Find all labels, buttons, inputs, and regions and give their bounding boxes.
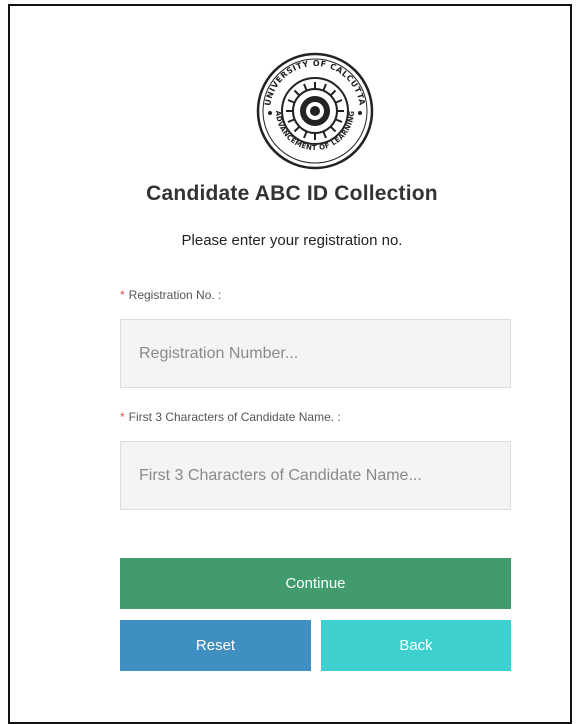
- required-marker: *: [120, 410, 125, 424]
- reset-button[interactable]: Reset: [120, 620, 311, 671]
- page-subtitle: Please enter your registration no.: [181, 232, 403, 249]
- university-seal-icon: UNIVERSITY OF CALCUTTA ADVANCEMENT OF LE…: [256, 52, 374, 170]
- registration-label-text: Registration No. :: [128, 288, 222, 302]
- form-card: UNIVERSITY OF CALCUTTA ADVANCEMENT OF LE…: [8, 4, 572, 724]
- back-button[interactable]: Back: [321, 620, 511, 671]
- page-title: Candidate ABC ID Collection: [146, 182, 438, 205]
- continue-button[interactable]: Continue: [120, 558, 511, 609]
- name-prefix-label-text: First 3 Characters of Candidate Name. :: [128, 410, 341, 424]
- registration-number-input[interactable]: [120, 319, 511, 388]
- required-marker: *: [120, 288, 125, 302]
- name-prefix-label: * First 3 Characters of Candidate Name. :: [120, 410, 341, 424]
- registration-label: * Registration No. :: [120, 288, 221, 302]
- name-prefix-input[interactable]: [120, 441, 511, 510]
